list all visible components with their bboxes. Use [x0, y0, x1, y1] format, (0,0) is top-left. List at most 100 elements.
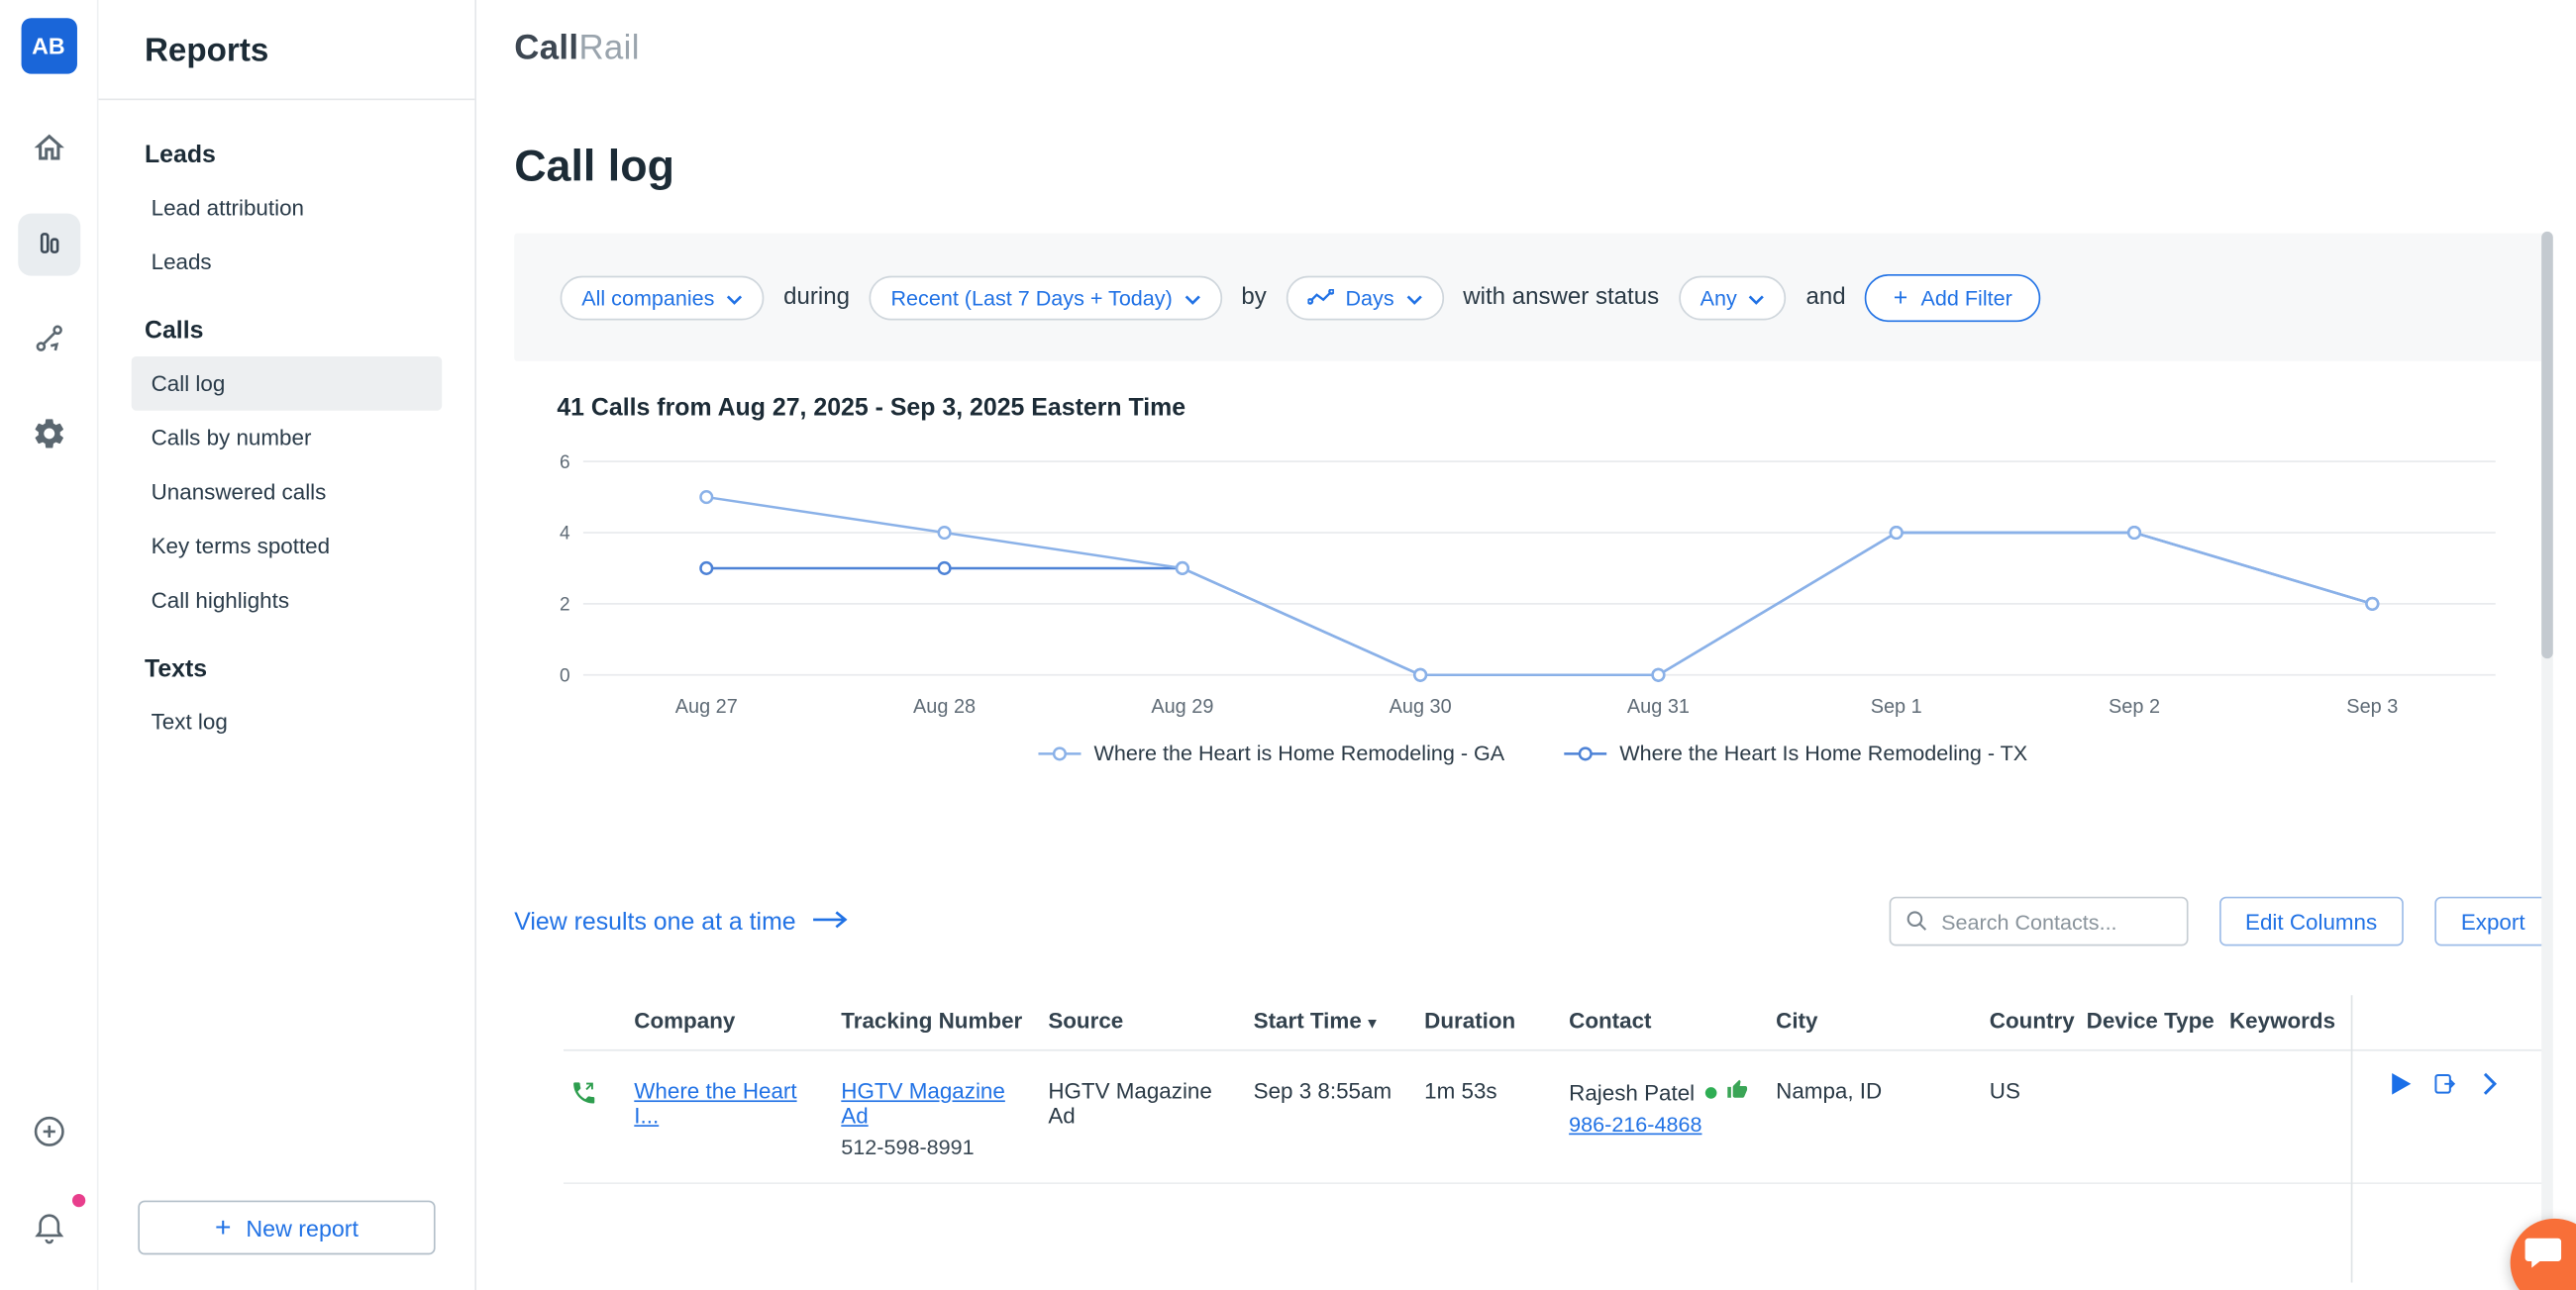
- scrollbar-thumb[interactable]: [2541, 232, 2553, 658]
- sidebar-item-call-highlights[interactable]: Call highlights: [132, 573, 443, 628]
- brand-bold: Call: [514, 30, 578, 67]
- brand-light: Rail: [578, 30, 639, 67]
- svg-text:Sep 1: Sep 1: [1871, 696, 1922, 718]
- contact-name: Rajesh Patel: [1569, 1080, 1695, 1105]
- sidebar-item-calls-by-number[interactable]: Calls by number: [132, 411, 443, 465]
- sidebar-item-key-terms-spotted[interactable]: Key terms spotted: [132, 519, 443, 573]
- contact-phone-link[interactable]: 986-216-4868: [1569, 1112, 1701, 1137]
- answer-status-dropdown[interactable]: Any: [1679, 275, 1786, 320]
- reports-sidebar: Reports Leads Lead attribution Leads Cal…: [99, 0, 477, 1290]
- table-header-row: Company Tracking Number Source Start Tim…: [564, 995, 2551, 1050]
- app: AB: [0, 0, 2576, 1290]
- header-city[interactable]: City: [1776, 995, 1990, 1049]
- header-company[interactable]: Company: [634, 995, 841, 1049]
- new-report-button[interactable]: + New report: [138, 1201, 435, 1255]
- sidebar-item-text-log[interactable]: Text log: [132, 695, 443, 749]
- nav-heading-calls: Calls: [132, 302, 443, 356]
- svg-text:6: 6: [560, 452, 570, 473]
- home-icon: [31, 129, 66, 169]
- nav-heading-texts: Texts: [132, 641, 443, 695]
- header-country[interactable]: Country: [1990, 995, 2087, 1049]
- bar-chart-icon: [31, 224, 66, 264]
- page-title: Call log: [514, 142, 2551, 192]
- expand-row-button[interactable]: [2472, 1067, 2505, 1100]
- during-label: during: [783, 284, 850, 311]
- company-link[interactable]: Where the Heart I...: [634, 1079, 796, 1129]
- by-label: by: [1241, 284, 1266, 311]
- status-dot-icon: [1704, 1086, 1716, 1098]
- svg-text:Aug 31: Aug 31: [1627, 696, 1690, 718]
- add-filter-button[interactable]: + Add Filter: [1866, 273, 2041, 321]
- sidebar-item-unanswered-calls[interactable]: Unanswered calls: [132, 464, 443, 519]
- app-rail: AB: [0, 0, 99, 1290]
- inbound-call-icon: [564, 1051, 634, 1183]
- copy-icon[interactable]: [2428, 1067, 2461, 1100]
- bell-icon: [31, 1208, 66, 1248]
- search-contacts-input[interactable]: [1889, 897, 2188, 946]
- svg-text:Aug 28: Aug 28: [913, 696, 976, 718]
- header-contact[interactable]: Contact: [1569, 995, 1776, 1049]
- header-source[interactable]: Source: [1048, 995, 1253, 1049]
- header-call-type: [564, 995, 634, 1049]
- company-filter-dropdown[interactable]: All companies: [561, 275, 765, 320]
- legend-label: Where the Heart Is Home Remodeling - TX: [1619, 741, 2027, 765]
- date-range-dropdown[interactable]: Recent (Last 7 Days + Today): [870, 275, 1222, 320]
- header-tracking-number[interactable]: Tracking Number: [841, 995, 1048, 1049]
- svg-text:4: 4: [560, 524, 570, 545]
- play-recording-button[interactable]: [2384, 1067, 2417, 1100]
- new-report-label: New report: [246, 1215, 359, 1241]
- header-start-time[interactable]: Start Time▼: [1254, 995, 1425, 1049]
- tracking-number-link[interactable]: HGTV Magazine Ad: [841, 1079, 1005, 1129]
- svg-text:Sep 3: Sep 3: [2346, 696, 2398, 718]
- integrations-nav-button[interactable]: [17, 309, 79, 371]
- header-duration[interactable]: Duration: [1424, 995, 1569, 1049]
- svg-text:0: 0: [560, 665, 570, 686]
- chat-widget-button[interactable]: [2511, 1219, 2576, 1290]
- column-divider: [2351, 995, 2353, 1282]
- avatar[interactable]: AB: [21, 18, 76, 73]
- calls-line-chart: 0246Aug 27Aug 28Aug 29Aug 30Aug 31Sep 1S…: [547, 446, 2502, 728]
- reports-nav-button[interactable]: [17, 214, 79, 276]
- call-log-table: Company Tracking Number Source Start Tim…: [564, 995, 2551, 1184]
- filter-bar: All companies during Recent (Last 7 Days…: [514, 234, 2551, 361]
- granularity-label: Days: [1345, 285, 1393, 310]
- arrow-right-icon: [812, 907, 848, 935]
- thumbs-up-icon[interactable]: [1726, 1079, 1748, 1106]
- legend-label: Where the Heart is Home Remodeling - GA: [1094, 741, 1505, 765]
- header-device-type[interactable]: Device Type: [2087, 995, 2229, 1049]
- search-icon: [1904, 908, 1928, 941]
- edit-columns-button[interactable]: Edit Columns: [2218, 897, 2403, 946]
- svg-text:2: 2: [560, 595, 570, 616]
- view-results-link[interactable]: View results one at a time: [514, 907, 849, 935]
- chevron-down-icon: [726, 285, 743, 310]
- callrail-logo: CallRail: [514, 30, 2551, 69]
- svg-text:Aug 30: Aug 30: [1390, 696, 1452, 718]
- search-contacts: [1889, 897, 2188, 946]
- trend-icon: [1307, 285, 1334, 310]
- sidebar-item-lead-attribution[interactable]: Lead attribution: [132, 180, 443, 235]
- home-nav-button[interactable]: [17, 118, 79, 180]
- plus-icon: +: [215, 1213, 231, 1240]
- city-cell: Nampa, ID: [1776, 1051, 1990, 1183]
- legend-marker-icon: [1564, 744, 1606, 761]
- header-keywords[interactable]: Keywords: [2229, 995, 2351, 1049]
- chevron-down-icon: [1405, 285, 1422, 310]
- svg-text:Aug 27: Aug 27: [675, 696, 738, 718]
- notifications-button[interactable]: [17, 1197, 79, 1259]
- results-toolbar: View results one at a time Edit Columns …: [514, 897, 2551, 946]
- view-results-label: View results one at a time: [514, 907, 795, 935]
- plus-circle-icon: [31, 1113, 66, 1153]
- sidebar-item-call-log[interactable]: Call log: [132, 356, 443, 411]
- settings-nav-button[interactable]: [17, 404, 79, 466]
- granularity-dropdown[interactable]: Days: [1287, 275, 1444, 320]
- sort-desc-icon: ▼: [1365, 1015, 1380, 1032]
- device-type-cell: [2087, 1051, 2229, 1183]
- export-button[interactable]: Export: [2434, 897, 2551, 946]
- table-row: Where the Heart I... HGTV Magazine Ad 51…: [564, 1051, 2551, 1184]
- gear-icon: [31, 415, 66, 455]
- notification-dot: [71, 1194, 84, 1207]
- sidebar-item-leads[interactable]: Leads: [132, 235, 443, 289]
- company-filter-label: All companies: [581, 285, 714, 310]
- country-cell: US: [1990, 1051, 2087, 1183]
- add-button[interactable]: [17, 1102, 79, 1164]
